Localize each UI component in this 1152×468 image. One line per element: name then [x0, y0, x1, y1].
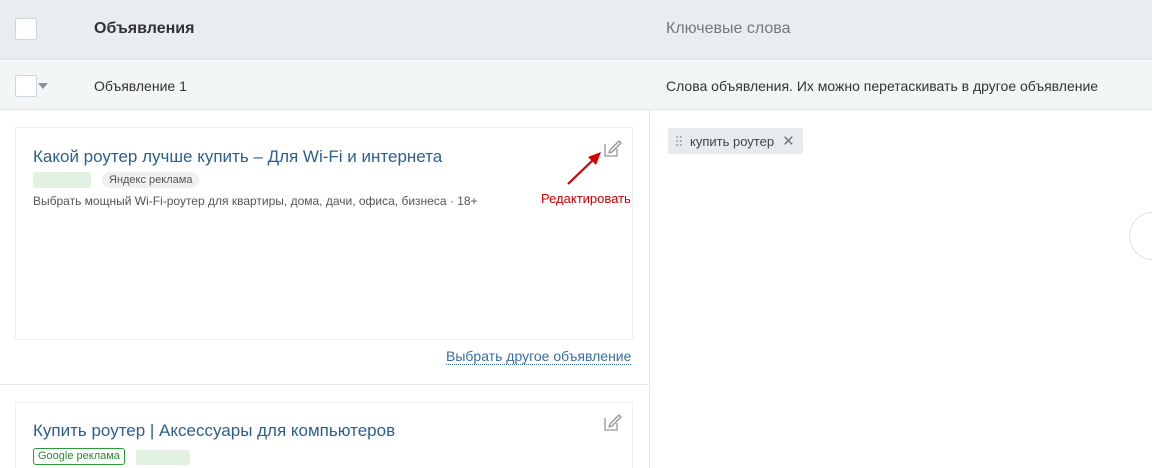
edit-icon[interactable]: [602, 138, 622, 158]
edit-icon[interactable]: [602, 412, 622, 432]
yandex-ad-badge: Яндекс реклама: [102, 172, 200, 188]
keyword-chip[interactable]: купить роутер ✕: [668, 128, 803, 154]
ads-column-title: Объявления: [94, 20, 195, 37]
column-divider: [649, 110, 650, 468]
keyword-text: купить роутер: [690, 133, 775, 149]
google-ad-badge: Google реклама: [33, 448, 125, 465]
group-row: Объявление 1 Слова объявления. Их можно …: [0, 61, 1152, 110]
edit-annotation-label: Редактировать: [541, 191, 631, 206]
blurred-url: [136, 450, 190, 465]
chevron-down-icon[interactable]: [38, 83, 48, 89]
close-icon[interactable]: ✕: [782, 134, 795, 149]
ad-title[interactable]: Купить роутер | Аксессуары для компьютер…: [33, 421, 395, 441]
annotation-arrow-icon: [567, 152, 601, 185]
drag-handle-icon[interactable]: [676, 135, 682, 147]
scroll-up-button[interactable]: [1129, 212, 1152, 260]
ad-description: Выбрать мощный Wi-Fi-роутер для квартиры…: [33, 194, 478, 208]
choose-other-ad-link[interactable]: Выбрать другое объявление: [446, 348, 632, 365]
keywords-column-title: Ключевые слова: [666, 20, 791, 37]
group-checkbox[interactable]: [15, 75, 37, 97]
select-all-checkbox[interactable]: [15, 18, 37, 40]
group-name: Объявление 1: [94, 78, 187, 94]
ad-title[interactable]: Какой роутер лучше купить – Для Wi-Fi и …: [33, 147, 442, 167]
row-separator: [0, 384, 649, 385]
keywords-hint: Слова объявления. Их можно перетаскивать…: [666, 78, 1099, 94]
blurred-url: [33, 172, 91, 188]
table-header: Объявления Ключевые слова: [0, 0, 1152, 60]
